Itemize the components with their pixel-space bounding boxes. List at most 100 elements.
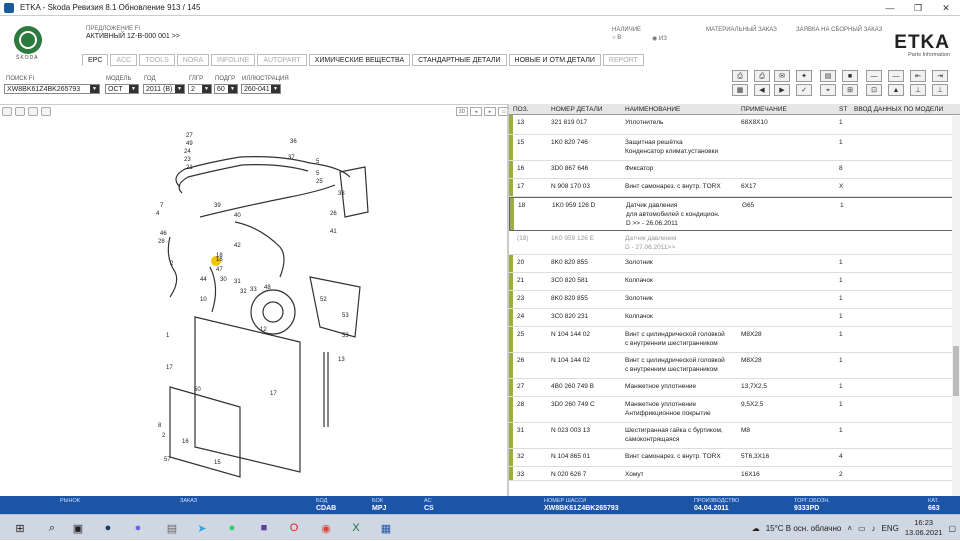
callout-label[interactable]: 48	[264, 285, 271, 291]
toolbar-button-13[interactable]: ⊞	[842, 84, 858, 96]
callout-label[interactable]: 24	[184, 149, 191, 155]
toolbar-button-9[interactable]: ◀	[754, 84, 770, 96]
callout-label[interactable]: 10	[200, 297, 207, 303]
presence-option-out[interactable]: ◉ ИЗ	[652, 35, 667, 42]
toolbar-button-21[interactable]: ⇤	[910, 70, 926, 82]
grid-scrollbar[interactable]	[952, 116, 960, 496]
language-indicator[interactable]: ENG	[882, 524, 899, 533]
table-row[interactable]: 32 N 104 865 01 Винт самонарез. с внутр. T…	[509, 449, 960, 467]
callout-label[interactable]: 18	[216, 253, 223, 259]
table-row[interactable]: 18 1K0 959 126 D Датчик давления для автом…	[509, 197, 960, 231]
toolbar-button-14[interactable]: ⊡	[866, 84, 882, 96]
chevron-down-icon[interactable]: ▼	[129, 85, 138, 93]
callout-label[interactable]: 53	[342, 333, 349, 339]
table-row[interactable]: 33 N 020 626 7 Хомут 16X16 2	[509, 467, 960, 481]
tab-0[interactable]: EPC	[82, 54, 109, 66]
table-row[interactable]: 25 N 104 144 02 Винт с цилиндрической голо…	[509, 327, 960, 353]
callout-label[interactable]: 33	[250, 287, 257, 293]
callout-label[interactable]: 4	[156, 211, 159, 217]
toolbar-button-8[interactable]: ▦	[732, 84, 748, 96]
callout-label[interactable]: 33	[338, 191, 345, 197]
callout-label[interactable]: 42	[234, 243, 241, 249]
toolbar-button-20[interactable]: ⊥	[910, 84, 926, 96]
callout-label[interactable]: 32	[240, 289, 247, 295]
exploded-view-illustration[interactable]: 27 49 24 23 21 36 37 5 5 25 7 4 33 39 40 42 46 28 26 41 44 10…	[140, 127, 370, 482]
callout-label[interactable]: 17	[270, 391, 277, 397]
opera-icon[interactable]: O	[286, 520, 302, 536]
table-row[interactable]: 26 N 104 144 02 Винт с цилиндрической голо…	[509, 353, 960, 379]
callout-label[interactable]: 5	[316, 159, 319, 165]
telegram-icon[interactable]: ➤	[194, 520, 210, 536]
whatsapp-icon[interactable]: ●	[224, 520, 240, 536]
callout-label[interactable]: 13	[338, 357, 345, 363]
col-st[interactable]: ST	[839, 106, 847, 113]
col-pos[interactable]: ПОЗ.	[513, 106, 528, 113]
table-row[interactable]: 28 3D0 260 749 C Манжетное уплотнение Анти…	[509, 397, 960, 423]
toolbar-button-10[interactable]: ▶	[774, 84, 790, 96]
callout-label[interactable]: 17	[166, 365, 173, 371]
callout-label[interactable]: 26	[330, 211, 337, 217]
callout-label[interactable]: 15	[214, 460, 221, 466]
toolbar-button-12[interactable]: ⌖	[820, 84, 836, 96]
chevron-down-icon[interactable]: ▼	[90, 85, 99, 93]
material-order-label[interactable]: МАТЕРИАЛЬНЫЙ ЗАКАЗ	[706, 27, 777, 33]
next-drawing-button[interactable]: ▸	[484, 107, 496, 116]
callout-label[interactable]: 23	[184, 157, 191, 163]
save-app-icon[interactable]: ■	[256, 520, 272, 536]
toolbar-button-22[interactable]: ⇥	[932, 70, 948, 82]
callout-label[interactable]: 21	[186, 165, 193, 171]
chevron-down-icon[interactable]: ▼	[271, 85, 280, 93]
collective-order-label[interactable]: ЗАЯВКА НА СБОРНЫЙ ЗАКАЗ	[796, 27, 882, 33]
toolbar-button-1[interactable]: ⎙	[754, 70, 770, 82]
callout-label[interactable]: 47	[216, 267, 223, 273]
tab-1[interactable]: ACC	[110, 54, 138, 66]
toolbar-button-3[interactable]: ✦	[796, 70, 812, 82]
col-note[interactable]: ПРИМЕЧАНИЕ	[741, 106, 787, 113]
model-select[interactable]: OCT ▼	[105, 84, 139, 94]
table-row[interactable]: 23 8K0 820 855 Золотник 1	[509, 291, 960, 309]
prefix-value[interactable]: АКТИВНЫЙ 1Z-B-000 001 >>	[86, 33, 180, 40]
callout-label[interactable]: 52	[320, 297, 327, 303]
minimize-button[interactable]: —	[876, 0, 904, 16]
callout-label[interactable]: 2	[162, 433, 165, 439]
weather-icon[interactable]: ☁	[752, 524, 760, 533]
callout-label[interactable]: 50	[194, 387, 201, 393]
tab-5[interactable]: AUTOPART	[257, 54, 307, 66]
zoom-out-icon[interactable]	[15, 107, 25, 116]
callout-label[interactable]: 27	[186, 133, 193, 139]
tab-8[interactable]: НОВЫЕ И ОТМ.ДЕТАЛИ	[508, 54, 601, 66]
table-row[interactable]: 27 4B0 260 749 B Манжетное уплотнение 13,7X…	[509, 379, 960, 397]
col-part[interactable]: НОМЕР ДЕТАЛИ	[551, 106, 603, 113]
callout-label[interactable]: 49	[186, 141, 193, 147]
table-row[interactable]: 21 3C0 820 581 Колпачок 1	[509, 273, 960, 291]
windows-start-icon[interactable]: ⊞	[12, 520, 28, 536]
excel-icon[interactable]: X	[348, 520, 364, 536]
presence-option-in[interactable]: ○ В	[612, 35, 621, 41]
chevron-down-icon[interactable]: ▼	[228, 85, 237, 93]
table-row[interactable]: 16 3D0 867 646 Фиксатор 8	[509, 161, 960, 179]
chevron-down-icon[interactable]: ▼	[202, 85, 211, 93]
tab-2[interactable]: TOOLS	[139, 54, 175, 66]
year-select[interactable]: 2011 (B) ▼	[143, 84, 185, 94]
illustration-select[interactable]: 260-041 ▼	[241, 84, 281, 94]
callout-label[interactable]: 25	[316, 179, 323, 185]
callout-label[interactable]: 16	[182, 439, 189, 445]
toolbar-button-0[interactable]: ⎙	[732, 70, 748, 82]
tab-4[interactable]: INFOLINE	[211, 54, 256, 66]
table-row[interactable]: 13 321 819 017 Уплотнитель 68X8X10 1	[509, 115, 960, 135]
toolbar-button-2[interactable]: ✉	[774, 70, 790, 82]
callout-label[interactable]: 44	[200, 277, 207, 283]
search-icon[interactable]: ⌕	[44, 520, 60, 536]
steam-icon[interactable]: ●	[100, 520, 116, 536]
toolbar-button-5[interactable]: ■	[842, 70, 858, 82]
folder-icon[interactable]: ▤	[164, 520, 180, 536]
subgroup-select[interactable]: 60 ▼	[214, 84, 238, 94]
callout-label[interactable]: 7	[160, 203, 163, 209]
volume-icon[interactable]: ♪	[872, 524, 876, 533]
chrome-icon[interactable]: ◉	[318, 520, 334, 536]
callout-label[interactable]: 57	[164, 457, 171, 463]
zoom-in-icon[interactable]	[2, 107, 12, 116]
callout-label[interactable]: 8	[158, 423, 161, 429]
tab-9[interactable]: REPORT	[602, 54, 644, 66]
notification-icon[interactable]: ▢	[948, 524, 956, 533]
